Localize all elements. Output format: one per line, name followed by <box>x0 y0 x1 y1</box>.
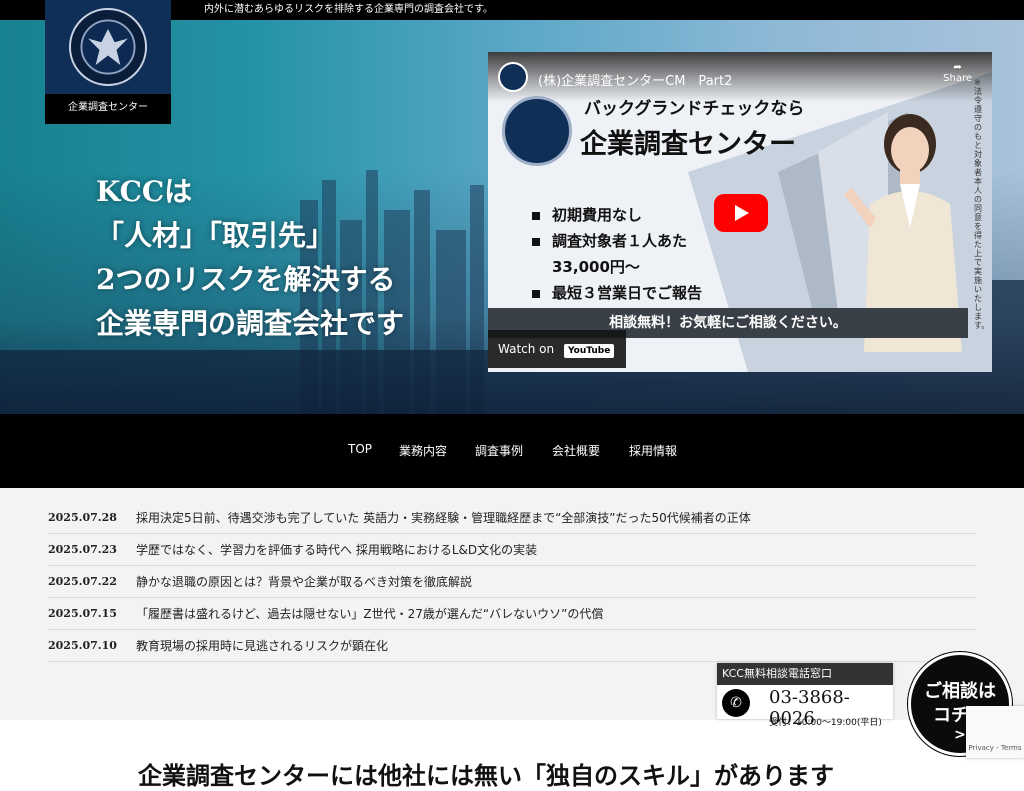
news-date: 2025.07.28 <box>48 511 117 524</box>
logo-company-name: 企業調査センター <box>45 94 171 124</box>
news-row[interactable]: 2025.07.22 静かな退職の原因とは？背景や企業が取るべき対策を徹底解説 <box>48 566 976 598</box>
hero-line-3: 2つのリスクを解決する <box>96 263 396 296</box>
consult-label-line1: ご相談は <box>924 681 996 702</box>
nav-item-services[interactable]: 業務内容 <box>399 442 447 459</box>
phone-widget-heading: KCC無料相談電話窓口 <box>717 663 893 685</box>
hero-headline: KCCは 「人材」「取引先」 2つのリスクを解決する 企業専門の調査会社です <box>96 170 404 346</box>
nav-item-company[interactable]: 会社概要 <box>552 442 600 459</box>
youtube-video-embed[interactable]: (株)企業調査センターCM Part2 ➦ Share バックグランドチェックな… <box>488 52 992 372</box>
news-date: 2025.07.10 <box>48 639 117 652</box>
video-headline-large: 企業調査センター <box>580 129 796 160</box>
nav-item-top[interactable]: TOP <box>348 442 372 456</box>
channel-avatar-icon[interactable] <box>498 62 528 92</box>
watch-on-youtube-button[interactable]: Watch on YouTube <box>488 330 626 368</box>
news-title[interactable]: 静かな退職の原因とは？背景や企業が取るべき対策を徹底解説 <box>136 566 472 598</box>
nav-item-recruit[interactable]: 採用情報 <box>629 442 677 459</box>
share-button[interactable]: ➦ Share <box>943 62 972 84</box>
hero-line-1: KCCは <box>96 175 193 208</box>
news-date: 2025.07.23 <box>48 543 117 556</box>
site-logo[interactable]: 企業調査センター <box>45 0 171 124</box>
video-headline-small: バックグランドチェックなら <box>584 99 805 119</box>
news-row[interactable]: 2025.07.28 採用決定5日前、待遇交渉も完了していた 英語力・実務経験・… <box>48 502 976 534</box>
news-row[interactable]: 2025.07.15 「履歴書は盛れるけど、過去は隠せない」Z世代・27歳が選ん… <box>48 598 976 630</box>
eagle-emblem-icon <box>69 8 147 86</box>
video-bullet: 初期費用なし <box>532 204 642 225</box>
video-bullet: 最短３営業日でご報告 <box>532 282 702 303</box>
hero-line-2: 「人材」「取引先」 <box>96 219 335 252</box>
video-title[interactable]: (株)企業調査センターCM Part2 <box>538 70 732 89</box>
news-date: 2025.07.15 <box>48 607 117 620</box>
video-disclaimer: ※法令遵守のもと対象者本人の同意を得た上で実施いたします。 <box>974 78 990 330</box>
video-bullet: 調査対象者１人あた <box>532 230 687 251</box>
site-tagline: 内外に潜むあらゆるリスクを排除する企業専門の調査会社です。 <box>204 4 493 15</box>
news-row[interactable]: 2025.07.23 学歴ではなく、学習力を評価する時代へ 採用戦略におけるL&… <box>48 534 976 566</box>
youtube-logo-icon: YouTube <box>563 344 615 358</box>
phone-icon: ✆ <box>722 689 750 717</box>
phone-hours: 受付：10:00～19:00(平日) <box>769 718 882 728</box>
recaptcha-links[interactable]: Privacy - Terms <box>969 744 1022 752</box>
watch-on-label: Watch on <box>498 342 555 356</box>
main-navigation: TOP 業務内容 調査事例 会社概要 採用情報 <box>0 414 1024 488</box>
play-button[interactable] <box>714 194 768 232</box>
news-title[interactable]: 教育現場の採用時に見逃されるリスクが顕在化 <box>136 630 388 662</box>
hero-line-4: 企業専門の調査会社です <box>96 307 405 340</box>
share-icon: ➦ <box>953 62 962 73</box>
video-price: 33,000円〜 <box>552 258 640 276</box>
company-emblem-icon <box>502 96 572 166</box>
news-title[interactable]: 採用決定5日前、待遇交渉も完了していた 英語力・実務経験・管理職経歴まで“全部演… <box>136 502 751 534</box>
news-title[interactable]: 「履歴書は盛れるけど、過去は隠せない」Z世代・27歳が選んだ“バレないウソ”の代… <box>136 598 603 630</box>
section-heading: 企業調査センターには他社には無い「独自のスキル」があります <box>138 762 834 790</box>
recaptcha-badge[interactable]: Privacy - Terms <box>966 706 1024 758</box>
nav-item-case-studies[interactable]: 調査事例 <box>475 442 523 459</box>
news-date: 2025.07.22 <box>48 575 117 588</box>
news-row[interactable]: 2025.07.10 教育現場の採用時に見逃されるリスクが顕在化 <box>48 630 976 662</box>
share-label: Share <box>943 73 972 84</box>
news-title[interactable]: 学歴ではなく、学習力を評価する時代へ 採用戦略におけるL&D文化の実装 <box>136 534 537 566</box>
phone-consultation-widget[interactable]: KCC無料相談電話窓口 ✆ 03-3868-0026 受付：10:00～19:0… <box>717 663 893 729</box>
